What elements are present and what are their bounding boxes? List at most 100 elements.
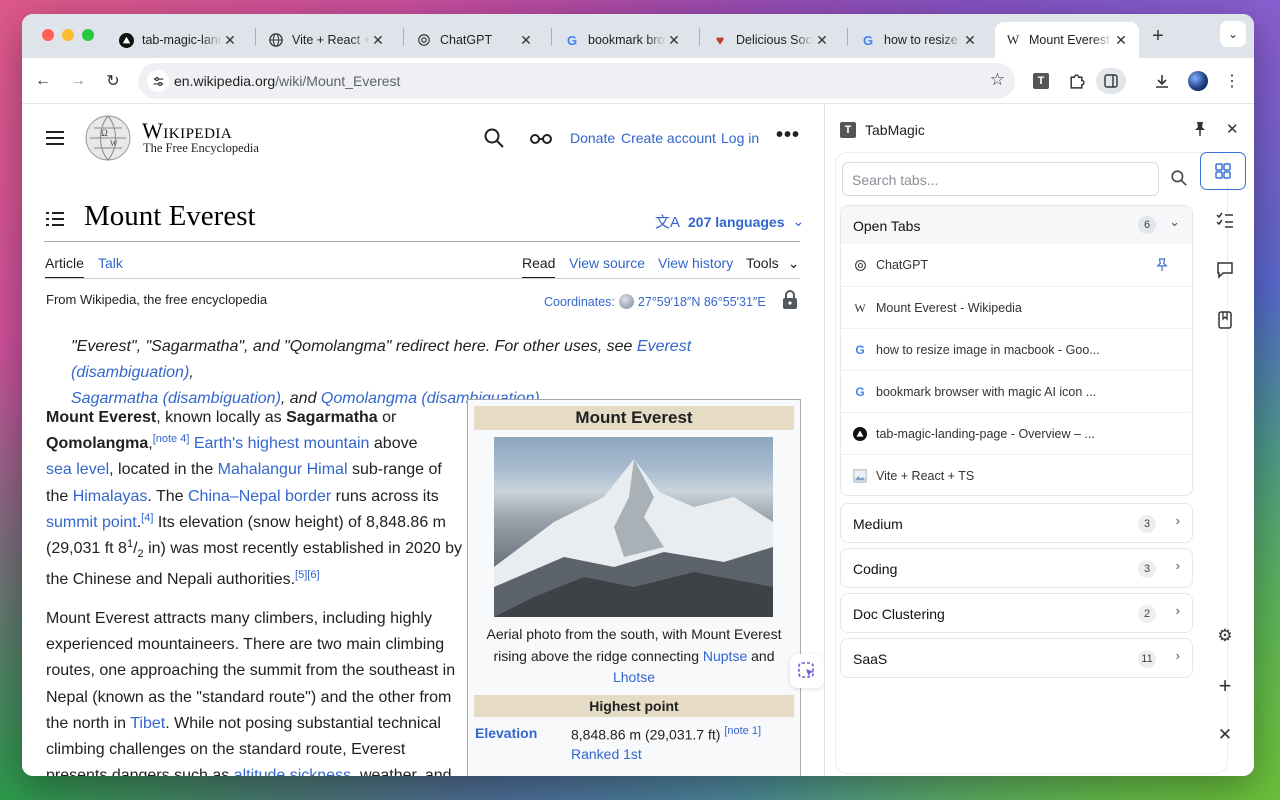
bookmark-book-icon[interactable] bbox=[1203, 300, 1247, 340]
tabmagic-extension-icon[interactable]: T bbox=[1028, 68, 1054, 94]
footnote-link[interactable]: [note 4] bbox=[153, 433, 190, 445]
article-link[interactable]: Lhotse bbox=[613, 669, 655, 685]
minimize-window-button[interactable] bbox=[62, 29, 74, 41]
more-options-icon[interactable]: ••• bbox=[776, 124, 800, 147]
language-selector[interactable]: 文A 207 languages ⌄ bbox=[655, 211, 804, 232]
close-panel-icon[interactable]: ✕ bbox=[1226, 120, 1239, 138]
open-tabs-header[interactable]: Open Tabs 6 ⌄ bbox=[841, 206, 1192, 244]
close-tab-icon[interactable]: ✕ bbox=[962, 32, 978, 49]
back-button[interactable]: ← bbox=[30, 68, 56, 94]
browser-tab-active[interactable]: W Mount Everest - Wikipedia ✕ bbox=[995, 22, 1139, 58]
article-link[interactable]: summit point bbox=[46, 514, 137, 531]
browser-tab[interactable]: tab-magic-landing-page ✕ bbox=[108, 22, 248, 58]
globe-icon bbox=[268, 32, 284, 48]
donate-link[interactable]: Donate bbox=[570, 130, 615, 146]
footnote-link[interactable]: [4] bbox=[141, 512, 153, 524]
tab-read[interactable]: Read bbox=[522, 255, 556, 279]
extensions-puzzle-icon[interactable] bbox=[1063, 68, 1089, 94]
open-tab-item[interactable]: G how to resize image in macbook - Goo..… bbox=[841, 328, 1190, 370]
create-account-link[interactable]: Create account bbox=[621, 130, 716, 146]
close-tab-icon[interactable]: ✕ bbox=[814, 32, 830, 49]
login-link[interactable]: Log in bbox=[721, 130, 759, 146]
article-link[interactable]: China–Nepal border bbox=[188, 488, 331, 505]
grid-view-button[interactable] bbox=[1200, 152, 1246, 190]
infobox: Mount Everest Aerial photo from the sout… bbox=[467, 399, 801, 776]
close-window-button[interactable] bbox=[42, 29, 54, 41]
elevation-label[interactable]: Elevation bbox=[475, 725, 537, 741]
infobox-title: Mount Everest bbox=[474, 406, 794, 430]
open-tab-item[interactable]: W Mount Everest - Wikipedia bbox=[841, 286, 1190, 328]
site-settings-icon[interactable] bbox=[147, 70, 169, 92]
address-bar[interactable]: en.wikipedia.org/wiki/Mount_Everest ☆ bbox=[138, 63, 1015, 99]
downloads-icon[interactable] bbox=[1149, 68, 1175, 94]
footnote-link[interactable]: [note 1] bbox=[724, 725, 761, 737]
close-tab-icon[interactable]: ✕ bbox=[222, 32, 238, 49]
tab-talk[interactable]: Talk bbox=[98, 255, 123, 271]
browser-tab[interactable]: ♥ Delicious Social Bookmarking ✕ bbox=[702, 22, 840, 58]
close-icon[interactable]: ✕ bbox=[1203, 715, 1247, 755]
count-badge: 2 bbox=[1138, 605, 1156, 623]
tagline-from-wikipedia: From Wikipedia, the free encyclopedia bbox=[46, 292, 268, 307]
tab-group-doc-clustering[interactable]: Doc Clustering 2 › bbox=[840, 593, 1193, 633]
open-tab-item[interactable]: Vite + React + TS bbox=[841, 454, 1190, 496]
chatgpt-icon bbox=[416, 32, 432, 48]
forward-button[interactable]: → bbox=[65, 68, 91, 94]
tab-group-coding[interactable]: Coding 3 › bbox=[840, 548, 1193, 588]
appearance-glasses-icon[interactable] bbox=[530, 132, 552, 150]
open-tab-item[interactable]: G bookmark browser with magic AI icon ..… bbox=[841, 370, 1190, 412]
tab-group-saas[interactable]: SaaS 11 › bbox=[840, 638, 1193, 678]
article-link[interactable]: altitude sickness bbox=[234, 767, 351, 776]
chevron-right-icon: › bbox=[1175, 648, 1180, 663]
search-tabs-input[interactable]: Search tabs... bbox=[842, 162, 1159, 196]
heart-icon: ♥ bbox=[715, 32, 725, 48]
close-tab-icon[interactable]: ✕ bbox=[370, 32, 386, 49]
search-icon[interactable] bbox=[1171, 170, 1187, 191]
browser-tab[interactable]: G how to resize image in macbook ✕ bbox=[850, 22, 988, 58]
infobox-section-header: Highest point bbox=[474, 695, 794, 717]
ranked-link[interactable]: Ranked 1st bbox=[571, 746, 642, 762]
close-tab-icon[interactable]: ✕ bbox=[518, 32, 534, 49]
tab-article[interactable]: Article bbox=[45, 255, 84, 279]
article-link[interactable]: sea level bbox=[46, 461, 109, 478]
reload-button[interactable]: ↻ bbox=[100, 68, 126, 94]
article-link[interactable]: Mahalangur Himal bbox=[218, 461, 348, 478]
bookmark-star-icon[interactable]: ☆ bbox=[990, 70, 1005, 90]
profile-avatar[interactable] bbox=[1185, 68, 1211, 94]
tab-strip: tab-magic-landing-page ✕ Vite + React + … bbox=[22, 14, 1254, 58]
table-of-contents-icon[interactable] bbox=[46, 211, 64, 232]
browser-tab[interactable]: ChatGPT ✕ bbox=[406, 22, 544, 58]
svg-text:Ω: Ω bbox=[101, 128, 108, 138]
article-link[interactable]: Earth's highest mountain bbox=[194, 435, 370, 452]
add-icon[interactable]: + bbox=[1203, 666, 1247, 706]
open-tab-item[interactable]: ChatGPT bbox=[841, 244, 1190, 286]
close-tab-icon[interactable]: ✕ bbox=[1113, 32, 1129, 49]
browser-tab[interactable]: Vite + React + TS ✕ bbox=[258, 22, 396, 58]
settings-gear-icon[interactable]: ⚙ bbox=[1203, 616, 1247, 656]
everest-photo[interactable] bbox=[494, 437, 773, 617]
close-tab-icon[interactable]: ✕ bbox=[666, 32, 682, 49]
pin-panel-icon[interactable] bbox=[1193, 121, 1207, 142]
browser-tab[interactable]: G bookmark browser with magic AI icon ✕ bbox=[554, 22, 692, 58]
search-icon[interactable] bbox=[484, 128, 504, 153]
tab-view-history[interactable]: View history bbox=[658, 255, 733, 271]
tasks-checklist-icon[interactable] bbox=[1203, 200, 1247, 240]
browser-menu-icon[interactable]: ⋮ bbox=[1219, 68, 1245, 94]
article-link[interactable]: Nuptse bbox=[703, 648, 747, 664]
chat-icon[interactable] bbox=[1203, 250, 1247, 290]
tab-view-source[interactable]: View source bbox=[569, 255, 645, 271]
zoom-window-button[interactable] bbox=[82, 29, 94, 41]
open-tab-item[interactable]: tab-magic-landing-page - Overview – ... bbox=[841, 412, 1190, 454]
footnote-link[interactable]: [5][6] bbox=[295, 569, 319, 581]
tab-group-medium[interactable]: Medium 3 › bbox=[840, 503, 1193, 543]
magic-cursor-icon[interactable] bbox=[790, 654, 824, 688]
hamburger-menu-icon[interactable] bbox=[46, 131, 64, 150]
coordinates[interactable]: Coordinates: 27°59′18″N 86°55′31″E bbox=[544, 294, 766, 309]
article-link[interactable]: Tibet bbox=[130, 715, 165, 732]
side-panel-toggle-icon[interactable] bbox=[1096, 68, 1126, 94]
pinned-icon[interactable] bbox=[1156, 257, 1168, 278]
wikipedia-globe-logo[interactable]: ΩW bbox=[84, 114, 132, 162]
new-tab-button[interactable]: + bbox=[1147, 25, 1169, 47]
tab-search-button[interactable]: ⌄ bbox=[1220, 21, 1246, 47]
article-link[interactable]: Himalayas bbox=[73, 488, 148, 505]
tools-menu[interactable]: Tools ⌄ bbox=[746, 255, 799, 272]
